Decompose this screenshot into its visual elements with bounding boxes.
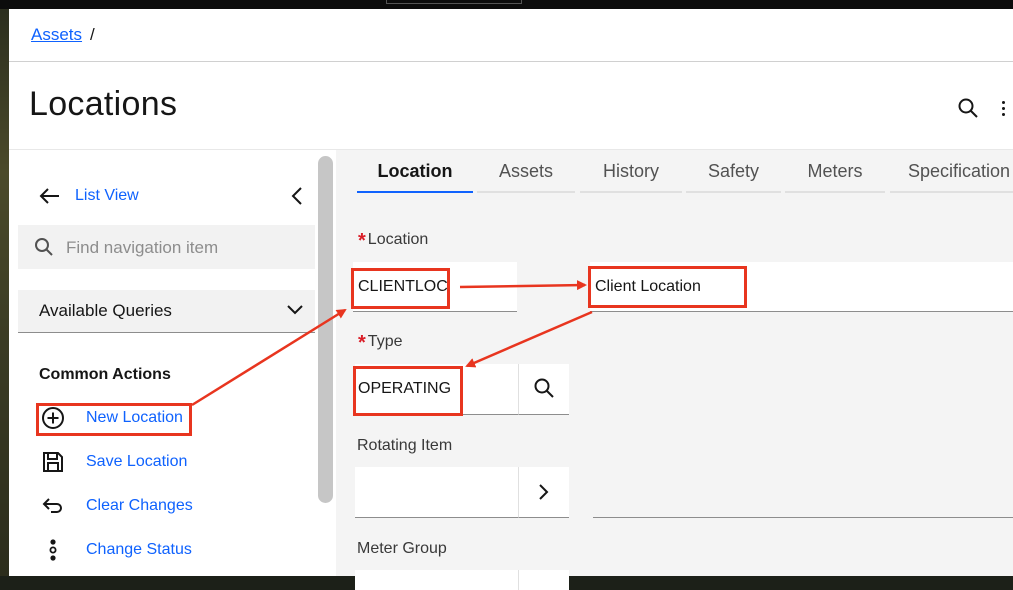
tab-history[interactable]: History <box>580 151 682 193</box>
undo-icon <box>42 498 62 513</box>
window-top-bar <box>0 0 1013 9</box>
annotation-box-location <box>351 268 450 309</box>
tab-specifications[interactable]: Specification <box>890 151 1013 193</box>
tab-meters-label: Meters <box>807 161 863 181</box>
type-field-label: * Type <box>358 332 402 355</box>
window-tab-hint <box>386 0 522 4</box>
traffic-light-icon <box>49 539 57 561</box>
arrow-left-icon <box>39 188 59 204</box>
tab-location-label: Location <box>377 161 453 181</box>
tab-meters[interactable]: Meters <box>785 151 885 193</box>
page-title: Locations <box>29 85 178 123</box>
chevron-right-icon <box>539 484 549 500</box>
available-queries-dropdown[interactable]: Available Queries <box>18 290 315 333</box>
location-field-label: * Location <box>358 230 428 253</box>
sidebar-scrollbar[interactable] <box>318 156 333 503</box>
rotating-item-label: Rotating Item <box>357 437 453 454</box>
change-status-label: Change Status <box>86 541 192 558</box>
clear-changes-action[interactable]: Clear Changes <box>39 492 299 520</box>
tab-assets-label: Assets <box>498 161 554 181</box>
list-view-label: List View <box>75 187 139 204</box>
search-icon <box>35 238 53 256</box>
required-marker: * <box>358 230 366 252</box>
list-view-link[interactable]: List View <box>39 184 309 208</box>
chevron-down-icon <box>287 305 303 315</box>
annotation-box-new-location <box>36 403 192 436</box>
type-lookup-button[interactable] <box>518 364 569 415</box>
tab-location[interactable]: Location <box>357 151 473 193</box>
desktop-background <box>0 0 9 576</box>
required-marker: * <box>358 332 366 354</box>
chevron-left-icon[interactable] <box>290 186 304 206</box>
save-icon <box>43 452 63 472</box>
breadcrumb: Assets / <box>31 25 95 45</box>
annotation-box-type <box>353 366 463 416</box>
tab-assets[interactable]: Assets <box>477 151 575 193</box>
tab-safety-label: Safety <box>707 161 760 181</box>
find-navigation-search <box>18 225 315 271</box>
rotating-item-description <box>593 467 1013 518</box>
rotating-item-button[interactable] <box>518 467 569 518</box>
type-label-text: Type <box>367 333 403 350</box>
tab-safety[interactable]: Safety <box>686 151 781 193</box>
save-location-label: Save Location <box>86 453 188 470</box>
tab-specifications-label: Specification <box>908 161 1011 181</box>
meter-group-label: Meter Group <box>357 540 447 557</box>
common-actions-heading: Common Actions <box>39 366 171 383</box>
search-icon[interactable] <box>957 97 979 119</box>
find-navigation-input[interactable] <box>64 225 308 271</box>
overflow-menu-icon[interactable] <box>999 99 1007 119</box>
meter-group-button[interactable] <box>518 570 569 590</box>
save-location-action[interactable]: Save Location <box>39 448 299 476</box>
breadcrumb-assets-link[interactable]: Assets <box>31 25 82 44</box>
left-navigation-panel: List View Available Queries Common Actio… <box>9 150 319 576</box>
record-tabs: Location Assets History Safety Meters Sp… <box>348 151 1013 193</box>
search-icon <box>534 378 554 398</box>
location-label-text: Location <box>367 231 429 248</box>
header-divider <box>9 61 1013 62</box>
available-queries-label: Available Queries <box>39 301 172 320</box>
tab-history-label: History <box>602 161 659 181</box>
meter-group-input[interactable] <box>355 570 518 590</box>
rotating-item-input[interactable] <box>355 467 518 518</box>
breadcrumb-separator: / <box>90 25 95 44</box>
clear-changes-label: Clear Changes <box>86 497 193 514</box>
annotation-box-description <box>588 266 747 308</box>
change-status-action[interactable]: Change Status <box>39 536 299 564</box>
